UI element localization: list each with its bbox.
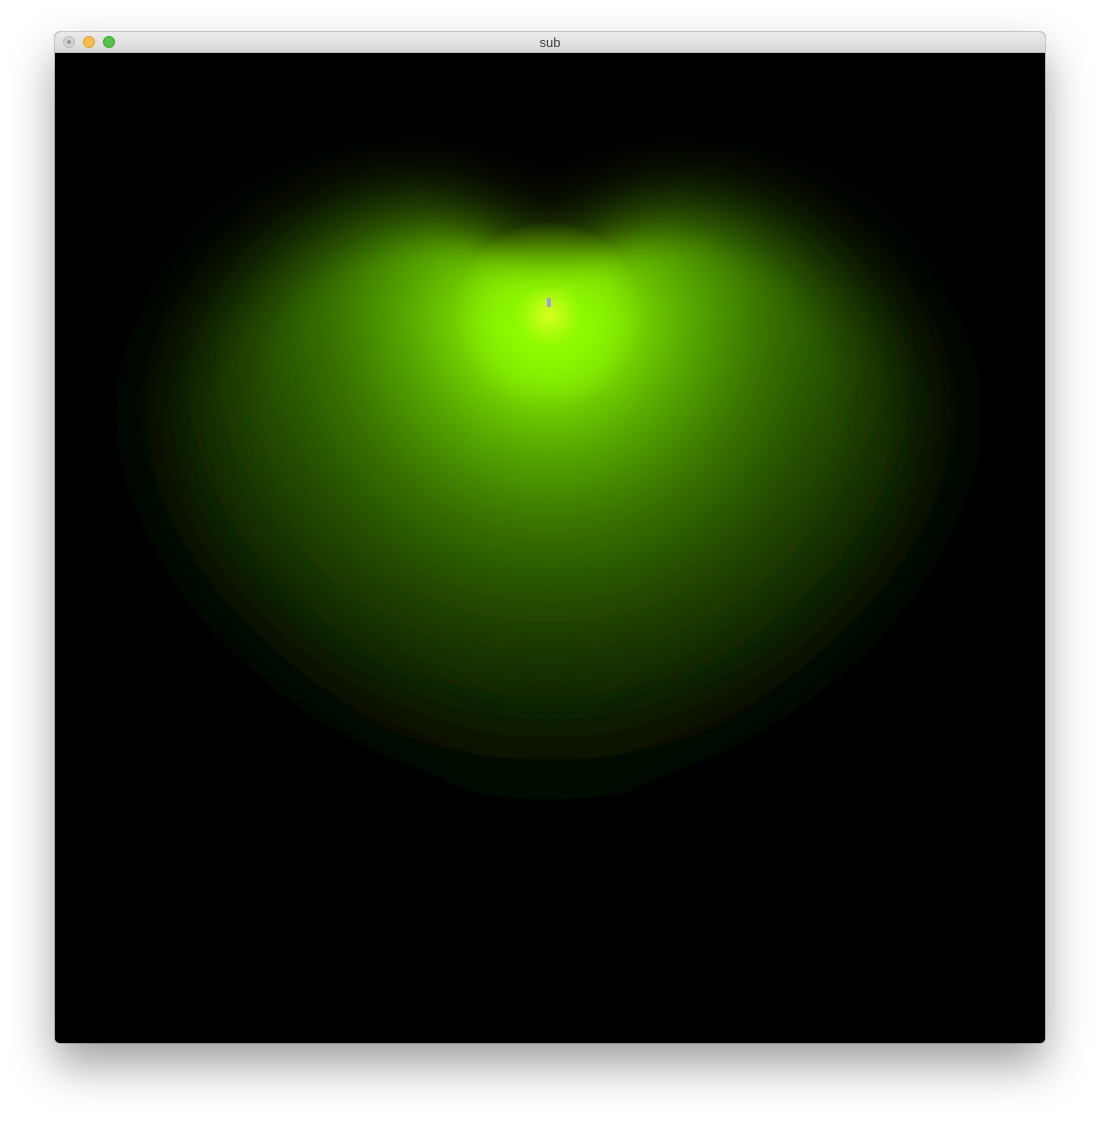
desktop: sub (0, 0, 1100, 1122)
heart-glow-graphic (165, 215, 933, 813)
app-window: sub (55, 32, 1045, 1043)
window-title: sub (539, 35, 561, 50)
text-cursor-icon (547, 298, 551, 307)
title-bar[interactable]: sub (55, 32, 1045, 53)
render-canvas[interactable] (55, 53, 1045, 1043)
glow-hotspot (454, 223, 644, 413)
